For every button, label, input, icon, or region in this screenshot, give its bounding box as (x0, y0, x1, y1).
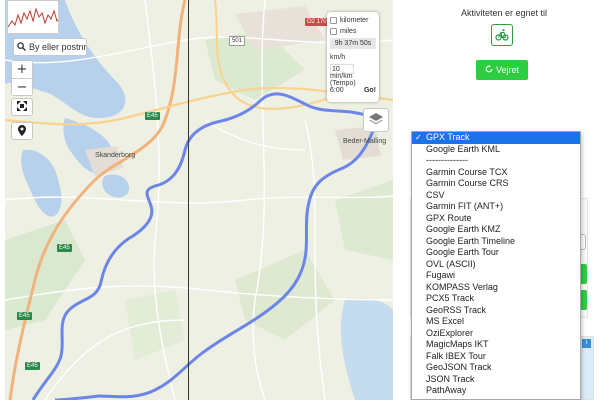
format-option[interactable]: OziExplorer (412, 328, 580, 340)
format-option[interactable]: KOMPASS Verlag (412, 282, 580, 294)
format-option[interactable]: GeoJSON Track (412, 362, 580, 374)
format-option-label: -------------- (426, 155, 468, 165)
units-speed-panel: kilometer miles 9h 37m 50s km/h 10 min/k… (327, 12, 379, 102)
format-option[interactable]: Google Earth Timeline (412, 236, 580, 248)
format-option[interactable]: Google Earth Tour (412, 247, 580, 259)
zoom-in-button[interactable]: + (12, 61, 32, 78)
unit-miles-checkbox[interactable] (330, 28, 337, 35)
format-option-label: Fugawi (426, 270, 456, 280)
road-shield-501: 501 (229, 36, 246, 46)
format-option[interactable]: Garmin Course CRS (412, 178, 580, 190)
activity-suited-title: Aktiviteten er egnet til (460, 8, 548, 18)
format-option-label: GeoRSS Track (426, 304, 487, 315)
format-option[interactable]: GeoRSS Track (412, 305, 580, 317)
locate-button[interactable] (11, 122, 33, 140)
format-option-label: OVL (ASCII) (426, 258, 476, 269)
format-option[interactable]: MS Excel (412, 316, 580, 328)
bicycle-icon (491, 24, 513, 46)
unit-miles-label: miles (340, 28, 357, 35)
layers-icon (368, 112, 384, 128)
format-option[interactable]: Falk IBEX Tour (412, 351, 580, 363)
format-option-label: KOMPASS Verlag (426, 281, 498, 292)
format-option[interactable]: JSON Track (412, 374, 580, 386)
format-option[interactable]: Garmin FIT (ANT+) (412, 201, 580, 213)
format-option-label: MS Excel (426, 316, 465, 326)
format-option-label: Google Earth Timeline (426, 235, 516, 246)
format-option-label: Google Earth KML (426, 143, 501, 154)
format-option-label: CSV (426, 189, 445, 200)
elevation-chart-icon (8, 7, 58, 28)
place-search-input[interactable] (29, 42, 86, 52)
elevation-cursor-line (188, 0, 189, 400)
speed-unit-label: km/h (330, 54, 346, 61)
go-button[interactable]: Go! (364, 87, 376, 94)
dropdown-separator: -------------- (412, 155, 580, 167)
location-pin-icon (18, 124, 26, 138)
elevation-preview[interactable] (7, 0, 59, 34)
road-shield-e45: E45 (145, 112, 160, 120)
format-option[interactable]: PathAway (412, 385, 580, 397)
format-option[interactable]: GPX Route (412, 213, 580, 225)
checkmark-icon: ✓ (415, 133, 422, 142)
route-map[interactable]: + − Skanderborg Beder-Malling E45 E45 E4… (5, 0, 393, 400)
unit-km-label: kilometer (340, 17, 369, 24)
format-option-label: MagicMaps IKT (426, 339, 489, 349)
format-option[interactable]: Google Earth KML (412, 144, 580, 156)
format-option-label: Garmin Course TCX (426, 166, 508, 177)
refresh-icon (485, 65, 493, 75)
format-option-label: PathAway (426, 385, 467, 395)
duration-display: 9h 37m 50s (330, 38, 376, 49)
unit-km-checkbox[interactable] (330, 17, 337, 24)
format-option[interactable]: CSV (412, 190, 580, 202)
format-option[interactable]: ✓ GPX Track (412, 132, 580, 144)
fullscreen-icon (17, 101, 27, 113)
road-shield-e45: E45 (57, 244, 72, 252)
zoom-control: + − (11, 60, 33, 96)
road-shield-o2: O2 170 (305, 18, 329, 26)
format-option-label: Falk IBEX Tour (426, 350, 486, 361)
format-option-label: GPX Track (426, 132, 470, 142)
weather-button-label: Vejret (495, 65, 519, 75)
export-format-dropdown[interactable]: ✓ GPX Track Google Earth KML --------------… (411, 131, 581, 400)
format-option[interactable]: Garmin Course TCX (412, 167, 580, 179)
layers-button[interactable] (363, 108, 389, 132)
ad-info-icon[interactable]: i (582, 339, 591, 348)
unit-miles-option[interactable]: miles (330, 26, 376, 37)
town-label-skanderborg: Skanderborg (95, 152, 136, 159)
format-option-label: GeoJSON Track (426, 362, 492, 372)
search-icon (17, 41, 26, 53)
format-option-label: OziExplorer (426, 327, 474, 338)
unit-km-option[interactable]: kilometer (330, 15, 376, 26)
format-option[interactable]: PCX5 Track (412, 293, 580, 305)
format-option-label: Garmin FIT (ANT+) (426, 201, 504, 211)
weather-button[interactable]: Vejret (476, 60, 528, 80)
format-option-label: PCX5 Track (426, 293, 475, 303)
place-search[interactable] (13, 38, 87, 56)
format-option[interactable]: Google Earth KMZ (412, 224, 580, 236)
pace-label: min/km (Tempo) (330, 72, 356, 87)
format-option-label: Garmin Course CRS (426, 178, 509, 188)
format-option[interactable]: MagicMaps IKT (412, 339, 580, 351)
format-option-label: GPX Route (426, 212, 472, 223)
road-shield-e45: E45 (25, 362, 40, 370)
format-option[interactable]: OVL (ASCII) (412, 259, 580, 271)
format-option-label: Google Earth Tour (426, 247, 499, 257)
fullscreen-button[interactable] (11, 98, 33, 116)
pace-input[interactable]: 6:00 (330, 87, 344, 94)
road-shield-e45: E45 (17, 312, 32, 320)
format-option-label: Google Earth KMZ (426, 224, 501, 234)
format-option-label: JSON Track (426, 373, 475, 384)
format-option[interactable]: Fugawi (412, 270, 580, 282)
zoom-out-button[interactable]: − (12, 78, 32, 95)
town-label-beder: Beder-Malling (343, 138, 387, 145)
